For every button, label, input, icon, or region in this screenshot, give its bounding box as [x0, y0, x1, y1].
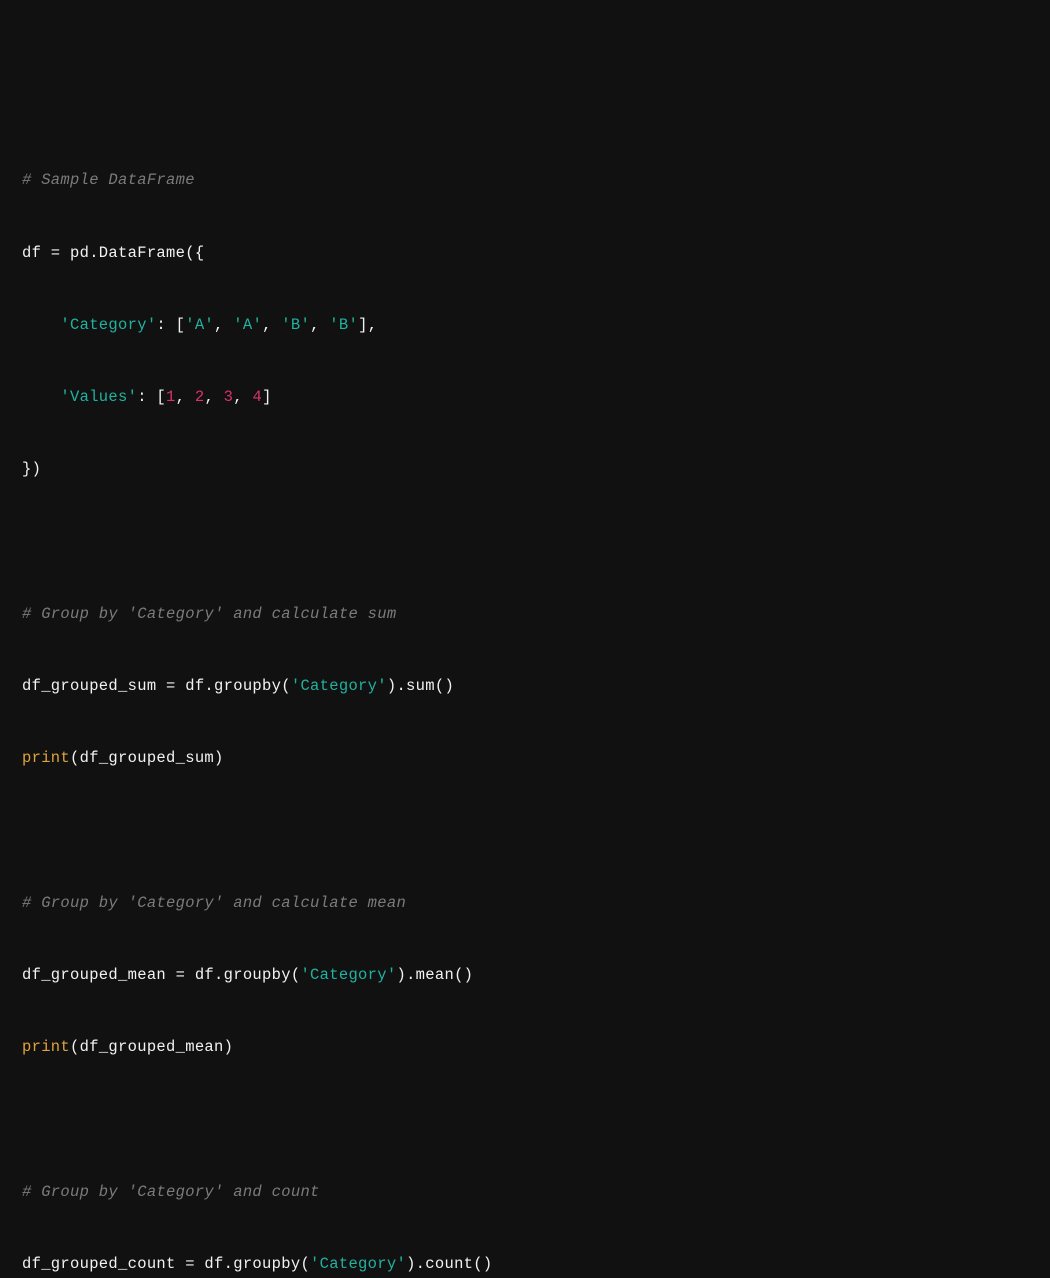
code-number: 4 — [252, 388, 262, 406]
code-text: : [ — [137, 388, 166, 406]
code-line: 'Category': ['A', 'A', 'B', 'B'], — [22, 307, 1028, 343]
code-line: # Group by 'Category' and calculate sum — [22, 596, 1028, 632]
code-line: 'Values': [1, 2, 3, 4] — [22, 379, 1028, 415]
code-text: ] — [262, 388, 272, 406]
code-text: , — [310, 316, 329, 334]
code-text: df_grouped_mean = df.groupby( — [22, 966, 300, 984]
code-line: }) — [22, 451, 1028, 487]
code-blank-line — [22, 524, 1028, 560]
code-string: 'Category' — [60, 316, 156, 334]
code-text: df = pd.DataFrame({ — [22, 244, 204, 262]
code-string: 'B' — [329, 316, 358, 334]
code-text: ], — [358, 316, 377, 334]
code-line: df_grouped_count = df.groupby('Category'… — [22, 1246, 1028, 1278]
code-text: , — [262, 316, 281, 334]
code-comment: # Sample DataFrame — [22, 171, 195, 189]
code-text: , — [214, 316, 233, 334]
code-blank-line — [22, 812, 1028, 848]
code-line: print(df_grouped_sum) — [22, 740, 1028, 776]
code-builtin: print — [22, 1038, 70, 1056]
code-string: 'Values' — [60, 388, 137, 406]
code-comment: # Group by 'Category' and calculate mean — [22, 894, 406, 912]
code-number: 1 — [166, 388, 176, 406]
code-string: 'A' — [185, 316, 214, 334]
code-line: # Group by 'Category' and count — [22, 1174, 1028, 1210]
code-string: 'Category' — [300, 966, 396, 984]
code-text: df_grouped_sum = df.groupby( — [22, 677, 291, 695]
code-text: (df_grouped_sum) — [70, 749, 224, 767]
code-string: 'A' — [233, 316, 262, 334]
code-number: 2 — [195, 388, 205, 406]
code-text: (df_grouped_mean) — [70, 1038, 233, 1056]
code-text: , — [176, 388, 195, 406]
code-text: , — [204, 388, 223, 406]
code-text: : [ — [156, 316, 185, 334]
code-line: df = pd.DataFrame({ — [22, 235, 1028, 271]
code-comment: # Group by 'Category' and count — [22, 1183, 320, 1201]
code-comment: # Group by 'Category' and calculate sum — [22, 605, 396, 623]
code-text: ).sum() — [387, 677, 454, 695]
code-text — [22, 388, 60, 406]
code-string: 'Category' — [291, 677, 387, 695]
code-string: 'B' — [281, 316, 310, 334]
code-builtin: print — [22, 749, 70, 767]
code-line: # Sample DataFrame — [22, 162, 1028, 198]
code-line: print(df_grouped_mean) — [22, 1029, 1028, 1065]
code-text: ).count() — [406, 1255, 492, 1273]
code-blank-line — [22, 1101, 1028, 1137]
code-text: }) — [22, 460, 41, 478]
code-string: 'Category' — [310, 1255, 406, 1273]
code-text — [22, 316, 60, 334]
code-line: # Group by 'Category' and calculate mean — [22, 885, 1028, 921]
code-line: df_grouped_mean = df.groupby('Category')… — [22, 957, 1028, 993]
code-line: df_grouped_sum = df.groupby('Category').… — [22, 668, 1028, 704]
code-text: ).mean() — [396, 966, 473, 984]
code-number: 3 — [224, 388, 234, 406]
code-text: df_grouped_count = df.groupby( — [22, 1255, 310, 1273]
code-text: , — [233, 388, 252, 406]
